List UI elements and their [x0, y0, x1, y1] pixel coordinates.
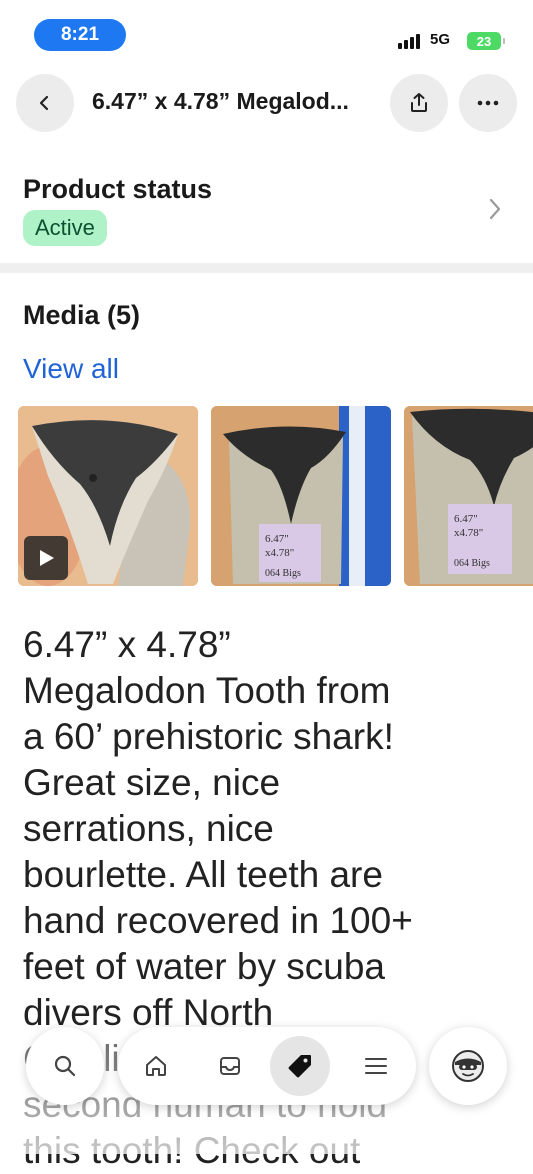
more-icon — [477, 100, 499, 106]
network-label: 5G — [430, 31, 451, 48]
nav-orders[interactable] — [200, 1036, 260, 1096]
tooth-photo: 6.47" x4.78" 064 Bigs — [404, 406, 533, 586]
bottom-nav — [118, 1027, 416, 1105]
search-button[interactable] — [26, 1027, 104, 1105]
chevron-right-icon — [489, 198, 501, 220]
media-carousel[interactable]: 6.47" x4.78" 064 Bigs 6.47" x4.78" 064 B… — [18, 406, 533, 586]
header: 6.47” x 4.78” Megalod... — [0, 74, 533, 132]
avatar-icon — [452, 1050, 484, 1082]
media-thumbnail[interactable] — [18, 406, 198, 586]
page-title: 6.47” x 4.78” Megalod... — [92, 88, 349, 114]
svg-text:6.47": 6.47" — [265, 533, 289, 545]
media-thumbnail[interactable]: 6.47" x4.78" 064 Bigs — [404, 406, 533, 586]
media-heading: Media (5) — [23, 300, 141, 330]
product-status-heading: Product status — [23, 174, 213, 204]
svg-text:x4.78": x4.78" — [265, 547, 294, 559]
svg-text:x4.78": x4.78" — [454, 527, 483, 539]
nav-home[interactable] — [126, 1036, 186, 1096]
view-all-link[interactable]: View all — [23, 353, 119, 385]
inbox-icon — [220, 1057, 240, 1075]
tag-icon — [288, 1055, 311, 1078]
chevron-left-icon — [39, 95, 49, 111]
svg-text:6.47": 6.47" — [454, 513, 478, 525]
back-button[interactable] — [16, 74, 74, 132]
nav-menu[interactable] — [346, 1036, 406, 1096]
media-thumbnail[interactable]: 6.47" x4.78" 064 Bigs — [211, 406, 391, 586]
menu-icon — [365, 1058, 387, 1074]
section-divider — [0, 263, 533, 273]
share-button[interactable] — [390, 74, 448, 132]
signal-icon — [398, 33, 420, 49]
nav-products[interactable] — [270, 1036, 330, 1096]
product-status-row[interactable]: Product status Active — [0, 160, 533, 262]
search-icon — [54, 1055, 76, 1077]
play-icon — [40, 550, 54, 566]
home-icon — [146, 1056, 166, 1076]
battery-icon: 23 — [467, 32, 505, 50]
share-icon — [411, 93, 427, 112]
tooth-photo: 6.47" x4.78" 064 Bigs — [211, 406, 391, 586]
avatar-button[interactable] — [429, 1027, 507, 1105]
svg-text:064 Bigs: 064 Bigs — [454, 558, 490, 569]
more-button[interactable] — [459, 74, 517, 132]
status-badge: Active — [23, 210, 107, 246]
status-time: 8:21 — [34, 19, 126, 51]
play-button[interactable] — [24, 536, 68, 580]
status-bar: 8:21 5G 23 — [0, 0, 533, 70]
svg-text:064 Bigs: 064 Bigs — [265, 568, 301, 579]
